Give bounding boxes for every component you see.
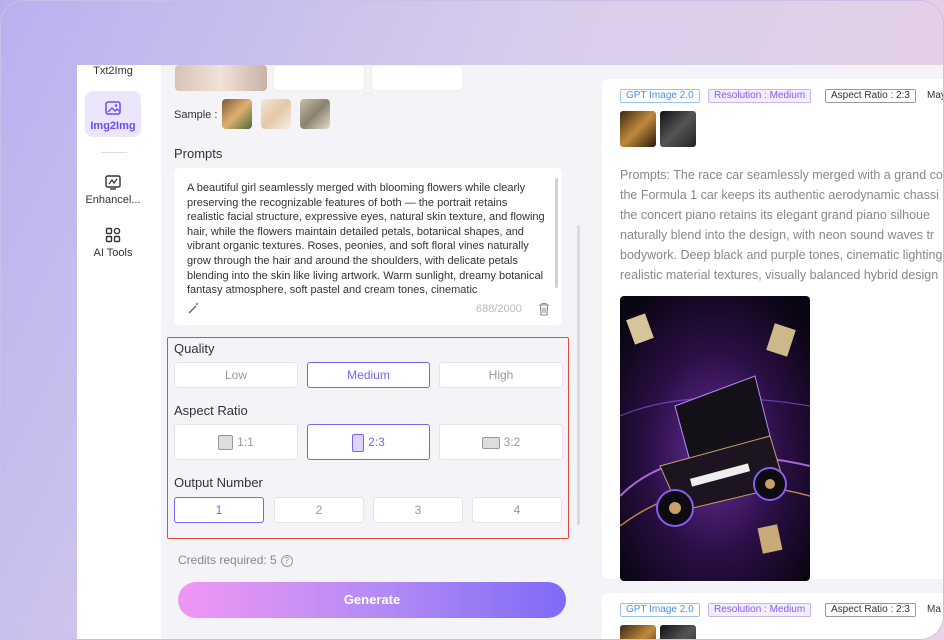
prompt-line: Prompts: The race car seamlessly merged … <box>620 168 943 182</box>
prompt-line: naturally blend into the design, with ne… <box>620 228 935 242</box>
prompt-line: realistic material textures, visually ba… <box>620 268 939 282</box>
credits-required: Credits required: 5? <box>178 553 293 567</box>
sidebar-item-img2img[interactable]: Img2Img <box>85 91 141 137</box>
panel-scrollbar[interactable] <box>577 225 580 525</box>
sidebar-item-label: Img2Img <box>90 120 136 132</box>
result-card: GPT Image 2.0 Resolution : Medium Aspect… <box>602 593 943 639</box>
generate-button[interactable]: Generate <box>178 582 566 618</box>
sidebar-item-enhance[interactable]: Enhancel... <box>85 173 141 206</box>
aspect-ratio-option-3-2[interactable]: 3:2 <box>439 424 563 460</box>
sidebar-item-label: AI Tools <box>93 247 133 259</box>
app-window: Txt2Img Img2Img Enhancel... AI Tools Sam… <box>77 65 943 639</box>
prompt-line: the Formula 1 car keeps its authentic ae… <box>620 188 939 202</box>
tools-icon <box>105 227 121 243</box>
window-frame: Txt2Img Img2Img Enhancel... AI Tools Sam… <box>0 0 944 640</box>
output-number-option-2[interactable]: 2 <box>274 497 364 523</box>
quality-label: Quality <box>174 341 215 356</box>
help-icon[interactable]: ? <box>280 554 293 567</box>
prompt-line: the concert piano retains its elegant gr… <box>620 208 930 222</box>
aspect-ratio-option-1-1[interactable]: 1:1 <box>174 424 298 460</box>
model-tag: GPT Image 2.0 <box>620 89 700 103</box>
resolution-tag: Resolution : Medium <box>708 603 812 617</box>
sample-image[interactable] <box>300 99 330 129</box>
aspect-ratio-tag: Aspect Ratio : 2:3 <box>825 603 916 617</box>
option-label: 3:2 <box>503 435 521 449</box>
reference-image-thumbnail[interactable] <box>660 625 696 639</box>
landscape-ratio-icon <box>481 436 500 449</box>
prompt-scrollbar[interactable] <box>555 178 558 288</box>
sample-image[interactable] <box>261 99 291 129</box>
quality-option-high[interactable]: High <box>439 362 563 388</box>
sample-image[interactable] <box>222 99 252 129</box>
aspect-ratio-label: Aspect Ratio <box>174 403 248 418</box>
output-number-option-4[interactable]: 4 <box>472 497 562 523</box>
option-label: 2:3 <box>368 435 385 449</box>
divider <box>101 152 127 153</box>
image-edit-icon <box>105 101 121 115</box>
more-tag: May <box>927 90 943 101</box>
credits-label: Credits required: 5 <box>178 553 277 567</box>
portrait-ratio-icon <box>352 433 365 452</box>
character-count: 688/2000 <box>476 303 522 315</box>
prompt-line: bodywork. Deep black and purple tones, c… <box>620 248 943 262</box>
sidebar-item-label: Txt2Img <box>93 65 133 77</box>
result-card: GPT Image 2.0 Resolution : Medium Aspect… <box>602 79 943 581</box>
output-number-option-3[interactable]: 3 <box>373 497 463 523</box>
reference-image-thumbnail[interactable] <box>620 625 656 639</box>
square-ratio-icon <box>218 435 234 451</box>
results-area: GPT Image 2.0 Resolution : Medium Aspect… <box>585 65 943 639</box>
settings-panel: Sample : Prompts A beautiful girl seamle… <box>161 65 585 639</box>
reference-image-thumbnail[interactable] <box>660 111 696 147</box>
uploaded-image-thumbnail[interactable] <box>175 65 267 91</box>
sidebar-item-ai-tools[interactable]: AI Tools <box>85 226 141 259</box>
option-label: 1:1 <box>237 435 254 449</box>
resolution-tag: Resolution : Medium <box>708 89 812 103</box>
sample-label: Sample : <box>174 109 218 121</box>
aspect-ratio-tag: Aspect Ratio : 2:3 <box>825 89 916 103</box>
result-prompt: Prompts: The race car seamlessly merged … <box>620 165 943 285</box>
prompts-label: Prompts <box>174 146 223 161</box>
prompt-input[interactable]: A beautiful girl seamlessly merged with … <box>174 168 562 325</box>
trash-icon[interactable] <box>538 302 550 316</box>
output-number-label: Output Number <box>174 475 263 490</box>
sidebar-item-label: Enhancel... <box>85 194 141 206</box>
piano-car-image <box>620 296 810 581</box>
output-number-option-1[interactable]: 1 <box>174 497 264 523</box>
sidebar: Txt2Img Img2Img Enhancel... AI Tools <box>77 65 149 639</box>
enhance-icon <box>105 175 121 190</box>
prompt-text[interactable]: A beautiful girl seamlessly merged with … <box>187 181 545 297</box>
reference-image-thumbnail[interactable] <box>620 111 656 147</box>
magic-wand-icon[interactable] <box>187 301 201 315</box>
upload-slot[interactable] <box>371 65 463 91</box>
generated-image[interactable] <box>620 296 810 581</box>
sidebar-item-txt2img[interactable]: Txt2Img <box>85 65 141 77</box>
quality-option-low[interactable]: Low <box>174 362 298 388</box>
model-tag: GPT Image 2.0 <box>620 603 700 617</box>
upload-slot[interactable] <box>273 65 365 91</box>
quality-option-medium[interactable]: Medium <box>307 362 430 388</box>
aspect-ratio-option-2-3[interactable]: 2:3 <box>307 424 430 460</box>
more-tag: Ma <box>927 604 941 615</box>
